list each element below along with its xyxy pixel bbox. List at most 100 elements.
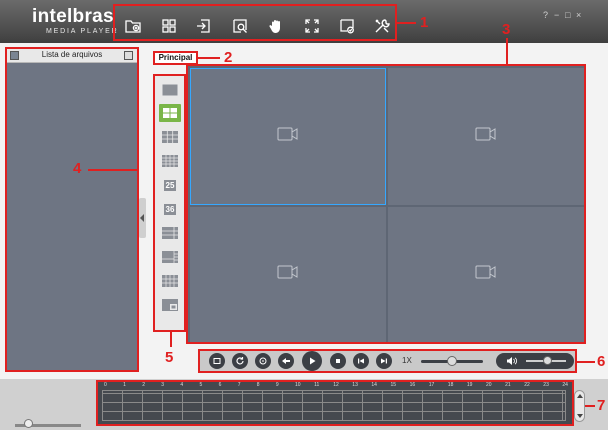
video-cell-1[interactable] — [190, 68, 386, 205]
timeline-hour-label: 8 — [256, 382, 260, 388]
layout-25-label: 25 — [163, 179, 177, 191]
media-player-window: intelbras MEDIA PLAYER ? − □ × 1 Lista d… — [0, 0, 608, 430]
callout-line-1 — [397, 22, 416, 24]
timeline-hour-label: 13 — [352, 382, 358, 388]
stop-icon — [336, 359, 340, 363]
layout-1-button[interactable] — [159, 81, 181, 99]
callout-6: 6 — [597, 353, 606, 370]
next-frame-button[interactable] — [376, 353, 392, 369]
file-list-title: Lista de arquivos — [41, 50, 103, 59]
fullscreen-button[interactable] — [302, 17, 322, 35]
volume-knob[interactable] — [543, 356, 552, 365]
layout-16-button[interactable] — [159, 152, 181, 170]
timeline-hour-label: 11 — [314, 382, 320, 388]
timeline-hour-label: 14 — [371, 382, 377, 388]
timeline-hour-label: 4 — [180, 382, 184, 388]
skip-forward-icon — [381, 358, 387, 364]
minimize-icon[interactable]: − — [554, 10, 559, 20]
timeline[interactable]: 0 1 2 3 4 5 6 7 8 9 10 11 12 13 14 15 16 17 18 19 20 21 22 23 24 — [96, 380, 574, 426]
timeline-grid[interactable] — [102, 390, 566, 421]
search-file-icon — [233, 19, 247, 33]
logo-main-text: intelbras — [32, 6, 114, 27]
search-file-button[interactable] — [230, 17, 250, 35]
zoom-slider-knob[interactable] — [24, 419, 33, 428]
collapse-panel-handle[interactable] — [139, 198, 146, 238]
refresh-button[interactable] — [232, 353, 248, 369]
speaker-icon[interactable] — [506, 356, 517, 366]
callout-line-4 — [88, 169, 139, 171]
speed-label: 1X — [402, 356, 412, 365]
speed-slider-knob[interactable] — [447, 356, 457, 366]
timeline-scrollbar[interactable] — [574, 390, 585, 422]
timeline-hour-label: 18 — [447, 382, 454, 388]
layout-13-icon — [162, 251, 178, 263]
layout-36-label: 36 — [163, 203, 177, 215]
layout-custom-button[interactable] — [159, 296, 181, 314]
layout-13-button[interactable] — [159, 248, 181, 266]
loop-icon — [259, 357, 267, 365]
callout-7: 7 — [597, 397, 606, 414]
layout-36-button[interactable]: 36 — [159, 200, 181, 218]
timeline-hour-label: 7 — [237, 382, 241, 388]
layout-4-button[interactable] — [159, 104, 181, 122]
layout-4-icon — [163, 108, 177, 118]
camera-icon — [277, 127, 299, 146]
video-cell-2[interactable] — [388, 68, 584, 205]
layout-25-button[interactable]: 25 — [159, 176, 181, 194]
loop-button[interactable] — [255, 353, 271, 369]
scroll-up-icon[interactable] — [577, 394, 583, 398]
panel-menu-icon[interactable] — [124, 51, 133, 60]
video-cell-3[interactable] — [190, 207, 386, 342]
timeline-hour-label: 22 — [524, 382, 530, 388]
layout-16b-icon — [162, 275, 178, 287]
layout-1-icon — [162, 84, 178, 96]
maximize-icon[interactable]: □ — [565, 10, 570, 20]
close-icon[interactable]: × — [576, 10, 581, 20]
stop-square-icon — [213, 358, 221, 364]
split-screen-button[interactable] — [159, 17, 179, 35]
export-icon — [197, 19, 210, 33]
convert-icon — [340, 19, 354, 34]
settings-button[interactable] — [372, 17, 392, 35]
timeline-hour-label: 19 — [466, 382, 473, 388]
volume-control — [496, 353, 574, 369]
stop-button[interactable] — [330, 353, 346, 369]
layout-9-button[interactable] — [159, 128, 181, 146]
callout-3: 3 — [502, 21, 511, 38]
timeline-hour-label: 17 — [428, 382, 435, 388]
callout-line-6 — [577, 361, 595, 363]
help-icon[interactable]: ? — [543, 10, 548, 20]
file-list-header: Lista de arquivos — [7, 49, 137, 63]
hand-tool-button[interactable] — [266, 17, 286, 35]
convert-button[interactable] — [337, 17, 357, 35]
timeline-hour-label: 9 — [275, 382, 279, 388]
tab-principal[interactable]: Principal — [153, 51, 198, 65]
timeline-hour-label: 15 — [390, 382, 397, 388]
logo: intelbras MEDIA PLAYER — [32, 7, 118, 36]
callout-line-7 — [585, 405, 595, 407]
timeline-hour-label: 20 — [486, 382, 492, 388]
camera-icon — [277, 265, 299, 284]
export-button[interactable] — [194, 17, 214, 35]
logo-sub-text: MEDIA PLAYER — [46, 28, 119, 35]
tools-icon — [375, 19, 390, 33]
callout-line-5 — [170, 332, 172, 347]
add-folder-button[interactable] — [123, 17, 143, 35]
previous-frame-button[interactable] — [353, 353, 369, 369]
play-button[interactable] — [302, 351, 322, 371]
scroll-down-icon[interactable] — [577, 414, 583, 418]
playback-controls: 1X — [198, 349, 577, 373]
rewind-button[interactable] — [278, 353, 294, 369]
layout-16b-button[interactable] — [159, 272, 181, 290]
refresh-icon — [236, 357, 244, 365]
video-cell-4[interactable] — [388, 207, 584, 342]
back-arrow-icon — [282, 358, 290, 364]
timeline-hour-label: 2 — [142, 382, 145, 388]
timeline-hour-label: 6 — [218, 382, 222, 388]
layout-8-button[interactable] — [159, 224, 181, 242]
callout-5: 5 — [165, 349, 174, 366]
add-folder-icon — [125, 20, 141, 33]
timeline-hour-label: 21 — [505, 382, 511, 388]
stop-all-button[interactable] — [209, 353, 225, 369]
timeline-hour-label: 10 — [295, 382, 301, 388]
